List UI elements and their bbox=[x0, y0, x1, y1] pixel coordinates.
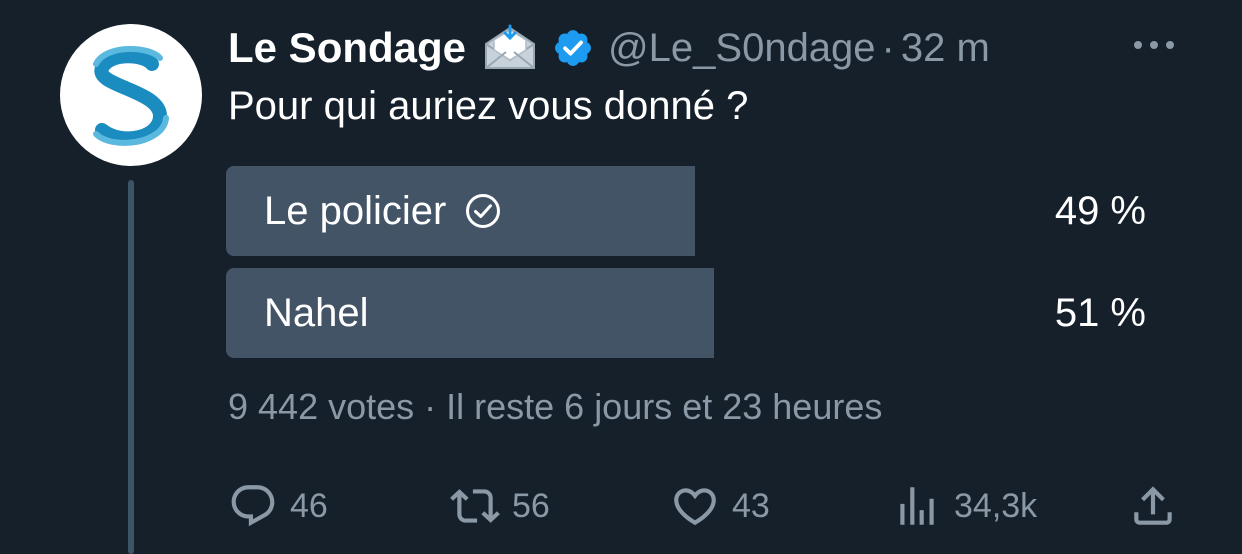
verified-badge-icon[interactable] bbox=[552, 27, 594, 69]
heart-icon bbox=[674, 488, 716, 526]
reply-count: 46 bbox=[290, 486, 328, 525]
poll-option-percent: 49 % bbox=[1054, 188, 1146, 233]
action-bar: 46 56 43 34,3k bbox=[228, 478, 1188, 534]
tweet-text: Pour qui auriez vous donné ? bbox=[228, 84, 749, 128]
poll-option-percent: 51 % bbox=[1054, 290, 1146, 335]
poll-option-nahel: Nahel 51 % bbox=[226, 268, 1146, 358]
poll-option-label-wrap: Nahel bbox=[264, 268, 369, 358]
poll-option-label: Le policier bbox=[264, 188, 447, 233]
more-icon[interactable] bbox=[1130, 30, 1178, 60]
share-icon bbox=[1134, 486, 1172, 525]
poll-option-label: Nahel bbox=[264, 290, 369, 335]
retweet-button[interactable]: 56 bbox=[450, 478, 550, 534]
tweet[interactable]: Le Sondage @Le_S0ndage · 32 m Pour qui a… bbox=[0, 0, 1242, 554]
timestamp[interactable]: 32 m bbox=[901, 26, 990, 71]
tweet-header: Le Sondage @Le_S0ndage · 32 m bbox=[228, 18, 990, 78]
like-count: 43 bbox=[732, 486, 770, 525]
display-name[interactable]: Le Sondage bbox=[228, 24, 466, 72]
share-button[interactable] bbox=[1128, 478, 1190, 534]
handle[interactable]: @Le_S0ndage bbox=[608, 26, 876, 71]
avatar-logo bbox=[93, 46, 169, 146]
views-button[interactable]: 34,3k bbox=[892, 478, 1037, 534]
incoming-envelope-icon bbox=[480, 22, 540, 74]
poll-option-le-policier: Le policier 49 % bbox=[226, 166, 1146, 256]
views-count: 34,3k bbox=[954, 486, 1038, 525]
poll-meta: 9 442 votes · Il reste 6 jours et 23 heu… bbox=[228, 386, 883, 427]
poll-option-label-wrap: Le policier bbox=[264, 166, 502, 256]
separator-dot: · bbox=[881, 25, 895, 70]
check-circle-icon bbox=[466, 194, 501, 228]
retweet-icon bbox=[450, 489, 500, 523]
avatar[interactable] bbox=[60, 24, 202, 166]
retweet-count: 56 bbox=[512, 486, 550, 525]
reply-icon bbox=[231, 485, 275, 527]
like-button[interactable]: 43 bbox=[670, 478, 770, 534]
reply-button[interactable]: 46 bbox=[228, 478, 328, 534]
views-icon bbox=[900, 487, 934, 525]
thread-line bbox=[128, 180, 134, 554]
